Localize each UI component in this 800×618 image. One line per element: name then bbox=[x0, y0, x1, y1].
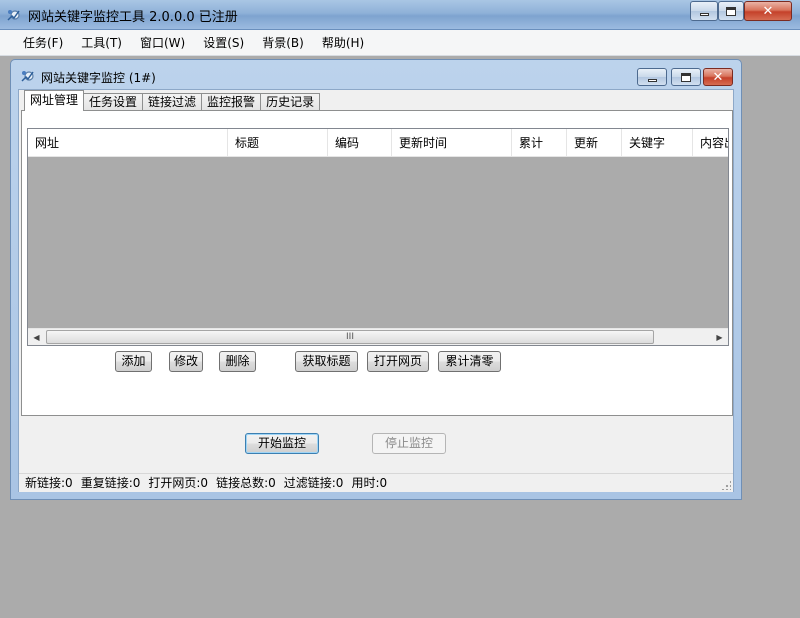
tab-monitor-alarm[interactable]: 监控报警 bbox=[201, 93, 262, 111]
menu-background[interactable]: 背景(B) bbox=[253, 31, 313, 54]
tab-url-management[interactable]: 网址管理 bbox=[24, 90, 85, 111]
scroll-grip: III bbox=[346, 332, 354, 342]
minimize-icon bbox=[699, 12, 709, 16]
status-bar: 新链接:0 重复链接:0 打开网页:0 链接总数:0 过滤链接:0 用时:0 bbox=[19, 473, 733, 492]
tab-task-settings[interactable]: 任务设置 bbox=[83, 93, 144, 111]
menu-window[interactable]: 窗口(W) bbox=[131, 31, 194, 54]
scrollbar-thumb[interactable]: III bbox=[46, 330, 654, 344]
fetch-title-button[interactable]: 获取标题 bbox=[295, 351, 358, 372]
column-title[interactable]: 标题 bbox=[228, 129, 328, 157]
tab-link-filter[interactable]: 链接过滤 bbox=[142, 93, 203, 111]
menu-help[interactable]: 帮助(H) bbox=[313, 31, 373, 54]
status-new-links: 新链接:0 bbox=[25, 476, 73, 490]
maximize-button[interactable] bbox=[718, 1, 744, 21]
child-window: 网站关键字监控 (1#) ✕ 网址管理 任务设置 链接过滤 监控报警 历史记录 … bbox=[10, 59, 742, 500]
scroll-right-icon[interactable]: ▶ bbox=[711, 329, 728, 345]
status-elapsed: 用时:0 bbox=[351, 476, 388, 490]
minimize-button[interactable] bbox=[690, 1, 718, 21]
resize-grip-icon[interactable] bbox=[721, 480, 731, 490]
column-encoding[interactable]: 编码 bbox=[328, 129, 392, 157]
maximize-icon bbox=[681, 72, 691, 82]
reset-count-button[interactable]: 累计清零 bbox=[438, 351, 501, 372]
column-url[interactable]: 网址 bbox=[28, 129, 228, 157]
menu-settings[interactable]: 设置(S) bbox=[194, 31, 253, 54]
status-total-links: 链接总数:0 bbox=[216, 476, 276, 490]
stop-monitor-button[interactable]: 停止监控 bbox=[372, 433, 446, 454]
tab-strip: 网址管理 任务设置 链接过滤 监控报警 历史记录 bbox=[24, 90, 321, 111]
child-body: 网址管理 任务设置 链接过滤 监控报警 历史记录 网址 标题 编码 更新时间 累… bbox=[18, 89, 734, 492]
close-icon: ✕ bbox=[762, 3, 774, 19]
list-header: 网址 标题 编码 更新时间 累计 更新 关键字 内容出 bbox=[28, 129, 728, 157]
start-monitor-button[interactable]: 开始监控 bbox=[245, 433, 319, 454]
app-icon bbox=[7, 10, 20, 21]
child-minimize-button[interactable] bbox=[637, 68, 667, 86]
menu-task[interactable]: 任务(F) bbox=[14, 31, 72, 54]
column-cumulative[interactable]: 累计 bbox=[512, 129, 567, 157]
column-update-time[interactable]: 更新时间 bbox=[392, 129, 512, 157]
child-window-title: 网站关键字监控 (1#) bbox=[41, 71, 156, 85]
minimize-icon bbox=[647, 78, 657, 82]
status-duplicate-links: 重复链接:0 bbox=[80, 476, 141, 490]
close-icon: ✕ bbox=[712, 69, 724, 85]
child-titlebar[interactable]: 网站关键字监控 (1#) ✕ bbox=[11, 60, 741, 89]
add-button[interactable]: 添加 bbox=[115, 351, 152, 372]
horizontal-scrollbar[interactable]: ◀ III ▶ bbox=[28, 328, 728, 345]
menu-tools[interactable]: 工具(T) bbox=[72, 31, 131, 54]
column-content[interactable]: 内容出 bbox=[693, 129, 728, 157]
column-update[interactable]: 更新 bbox=[567, 129, 622, 157]
column-keyword[interactable]: 关键字 bbox=[622, 129, 693, 157]
scroll-left-icon[interactable]: ◀ bbox=[28, 329, 45, 345]
close-button[interactable]: ✕ bbox=[744, 1, 792, 21]
main-titlebar[interactable]: 网站关键字监控工具 2.0.0.0 已注册 ✕ bbox=[0, 0, 800, 30]
child-maximize-button[interactable] bbox=[671, 68, 701, 86]
child-app-icon bbox=[21, 71, 34, 82]
maximize-icon bbox=[726, 6, 736, 16]
child-close-button[interactable]: ✕ bbox=[703, 68, 733, 86]
status-filtered-links: 过滤链接:0 bbox=[283, 476, 344, 490]
window-title: 网站关键字监控工具 2.0.0.0 已注册 bbox=[28, 10, 238, 25]
edit-button[interactable]: 修改 bbox=[169, 351, 203, 372]
delete-button[interactable]: 删除 bbox=[219, 351, 256, 372]
tab-page-url-management: 网址 标题 编码 更新时间 累计 更新 关键字 内容出 ◀ III ▶ 添加 修… bbox=[21, 110, 733, 416]
open-page-button[interactable]: 打开网页 bbox=[367, 351, 429, 372]
status-opened-pages: 打开网页:0 bbox=[148, 476, 209, 490]
tab-history[interactable]: 历史记录 bbox=[260, 93, 321, 111]
url-list[interactable]: 网址 标题 编码 更新时间 累计 更新 关键字 内容出 ◀ III ▶ bbox=[27, 128, 729, 346]
menu-bar: 任务(F) 工具(T) 窗口(W) 设置(S) 背景(B) 帮助(H) bbox=[0, 30, 800, 56]
